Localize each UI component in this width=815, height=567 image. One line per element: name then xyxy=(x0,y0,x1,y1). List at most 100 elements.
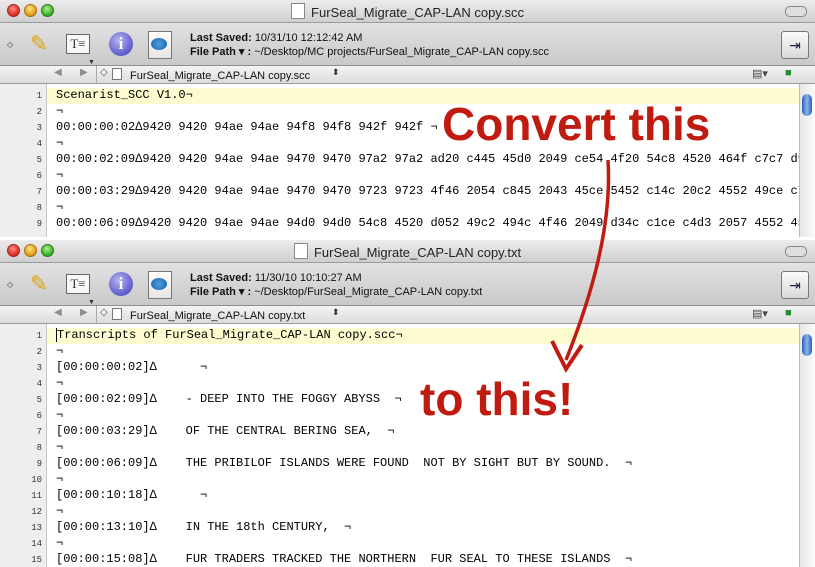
toolbar: ◇ ✎ T≡ ▼ i Last Saved: 11/30/10 10:10:27 … xyxy=(0,263,815,306)
line-number: 7 xyxy=(36,427,42,437)
line-number: 1 xyxy=(36,91,42,101)
split-view-icon[interactable]: ■ xyxy=(785,67,792,79)
file-path-value: ~/Desktop/FurSeal_Migrate_CAP-LAN copy.t… xyxy=(254,286,483,298)
file-path-value: ~/Desktop/MC projects/FurSeal_Migrate_CA… xyxy=(254,46,549,58)
file-selector-chevron-icon[interactable]: ⬍ xyxy=(332,67,340,78)
text-line: ¬ xyxy=(56,168,64,182)
back-arrow-icon[interactable]: ◀ xyxy=(54,307,62,318)
text-line: [00:00:03:29]∆ OF THE CENTRAL BERING SEA… xyxy=(56,424,395,438)
last-saved-label: Last Saved: xyxy=(190,32,252,44)
toolbar: ◇ ✎ T≡ ▼ i Last Saved: 10/31/10 12:12:42 … xyxy=(0,23,815,66)
text-line: [00:00:15:08]∆ FUR TRADERS TRACKED THE N… xyxy=(56,552,633,566)
file-selector[interactable]: FurSeal_Migrate_CAP-LAN copy.txt xyxy=(112,308,305,322)
line-number: 13 xyxy=(31,523,42,533)
text-line: 00:00:00:02∆9420 9420 94ae 94ae 94f8 94f… xyxy=(56,120,438,134)
file-path-dropdown-icon[interactable]: ▾ : xyxy=(236,46,251,58)
toolbar-toggle-button[interactable] xyxy=(785,246,807,257)
title-bar[interactable]: FurSeal_Migrate_CAP-LAN copy.scc xyxy=(0,0,815,23)
last-saved-value: 10/31/10 12:12:42 AM xyxy=(254,32,363,44)
document-icon[interactable] xyxy=(146,270,174,299)
navigation-bar: ◀ ▶ ◇ FurSeal_Migrate_CAP-LAN copy.txt ⬍… xyxy=(0,306,815,324)
text-line: ¬ xyxy=(56,536,64,550)
line-number: 5 xyxy=(36,395,42,405)
toolbar-dot-icon: ◇ xyxy=(7,40,14,49)
document-icon[interactable] xyxy=(146,30,174,59)
panel-toggle-icon[interactable]: ⇥ xyxy=(781,271,809,299)
forward-arrow-icon[interactable]: ▶ xyxy=(80,67,88,78)
file-icon xyxy=(112,308,122,320)
file-path-label[interactable]: File Path xyxy=(190,286,236,298)
file-path-dropdown-icon[interactable]: ▾ : xyxy=(236,286,251,298)
line-number: 15 xyxy=(31,555,42,565)
line-number: 6 xyxy=(36,411,42,421)
toolbar-toggle-button[interactable] xyxy=(785,6,807,17)
scrollbar-thumb[interactable] xyxy=(802,334,812,356)
annotation-to-this: to this! xyxy=(420,373,574,425)
text-line: ¬ xyxy=(56,344,64,358)
text-line: Scenarist_SCC V1.0¬ xyxy=(56,88,193,102)
text-line: 00:00:03:29∆9420 9420 94ae 94ae 9470 947… xyxy=(56,184,805,198)
line-number: 3 xyxy=(36,363,42,373)
info-icon[interactable]: i xyxy=(107,270,135,298)
document-proxy-icon[interactable] xyxy=(293,243,308,259)
text-format-icon[interactable]: T≡ ▼ xyxy=(64,270,95,306)
line-number: 8 xyxy=(36,203,42,213)
line-number-gutter: 1 2 3 4 5 6 7 8 9 10 11 12 13 14 15 xyxy=(0,324,47,567)
info-icon[interactable]: i xyxy=(107,30,135,58)
nav-divider xyxy=(96,306,97,323)
text-line: ¬ xyxy=(56,504,64,518)
file-icon xyxy=(112,68,122,80)
navigation-bar: ◀ ▶ ◇ FurSeal_Migrate_CAP-LAN copy.scc ⬍… xyxy=(0,66,815,84)
diamond-icon[interactable]: ◇ xyxy=(100,307,108,318)
vertical-scrollbar[interactable] xyxy=(799,324,815,567)
red-arrow-icon xyxy=(550,159,611,373)
scrollbar-thumb[interactable] xyxy=(802,94,812,116)
text-format-icon[interactable]: T≡ ▼ xyxy=(64,30,95,66)
text-line: 00:00:06:09∆9420 9420 94ae 94ae 94d0 94d… xyxy=(56,216,805,230)
file-path-label[interactable]: File Path xyxy=(190,46,236,58)
pencil-icon[interactable]: ✎ xyxy=(25,30,53,58)
text-line: ¬ xyxy=(56,440,64,454)
document-meta: Last Saved: 10/31/10 12:12:42 AM File Pa… xyxy=(190,31,549,59)
line-number: 5 xyxy=(36,155,42,165)
annotation-convert-this: Convert this xyxy=(442,98,711,150)
document-meta: Last Saved: 11/30/10 10:10:27 AM File Pa… xyxy=(190,271,482,299)
panel-toggle-icon[interactable]: ⇥ xyxy=(781,31,809,59)
vertical-scrollbar[interactable] xyxy=(799,84,815,237)
document-proxy-icon[interactable] xyxy=(291,3,306,19)
diamond-icon[interactable]: ◇ xyxy=(100,67,108,78)
forward-arrow-icon[interactable]: ▶ xyxy=(80,307,88,318)
nav-divider xyxy=(96,66,97,83)
line-number: 14 xyxy=(31,539,42,549)
text-line: [00:00:10:18]∆ ¬ xyxy=(56,488,208,502)
line-number: 2 xyxy=(36,347,42,357)
line-number-gutter: 1 2 3 4 5 6 7 8 9 xyxy=(0,84,47,237)
last-saved-label: Last Saved: xyxy=(190,272,252,284)
txt-editor-window: FurSeal_Migrate_CAP-LAN copy.txt ◇ ✎ T≡ ▼… xyxy=(0,240,815,567)
file-selector-label: FurSeal_Migrate_CAP-LAN copy.txt xyxy=(130,310,306,322)
text-editor[interactable]: 1 2 3 4 5 6 7 8 9 10 11 12 13 14 15 Tran… xyxy=(0,324,815,567)
toolbar-dot-icon: ◇ xyxy=(7,280,14,289)
line-number: 4 xyxy=(36,139,42,149)
line-number: 7 xyxy=(36,187,42,197)
text-line: ¬ xyxy=(56,376,64,390)
split-view-icon[interactable]: ■ xyxy=(785,307,792,319)
title-bar[interactable]: FurSeal_Migrate_CAP-LAN copy.txt xyxy=(0,240,815,263)
bookmark-icon[interactable]: ▤▾ xyxy=(752,307,768,320)
line-number: 6 xyxy=(36,171,42,181)
text-line: ¬ xyxy=(56,408,64,422)
pencil-icon[interactable]: ✎ xyxy=(25,270,53,298)
line-number: 12 xyxy=(31,507,42,517)
text-line: ¬ xyxy=(56,136,64,150)
file-selector-chevron-icon[interactable]: ⬍ xyxy=(332,307,340,318)
text-line: ¬ xyxy=(56,104,64,118)
back-arrow-icon[interactable]: ◀ xyxy=(54,67,62,78)
text-line: Transcripts of FurSeal_Migrate_CAP-LAN c… xyxy=(56,328,403,342)
text-line: [00:00:13:10]∆ IN THE 18th CENTURY, ¬ xyxy=(56,520,352,534)
window-title: FurSeal_Migrate_CAP-LAN copy.scc xyxy=(0,3,815,20)
text-line: [00:00:00:02]∆ ¬ xyxy=(56,360,208,374)
line-number: 10 xyxy=(31,475,42,485)
file-selector[interactable]: FurSeal_Migrate_CAP-LAN copy.scc xyxy=(112,68,310,82)
text-line: [00:00:06:09]∆ THE PRIBILOF ISLANDS WERE… xyxy=(56,456,633,470)
bookmark-icon[interactable]: ▤▾ xyxy=(752,67,768,80)
